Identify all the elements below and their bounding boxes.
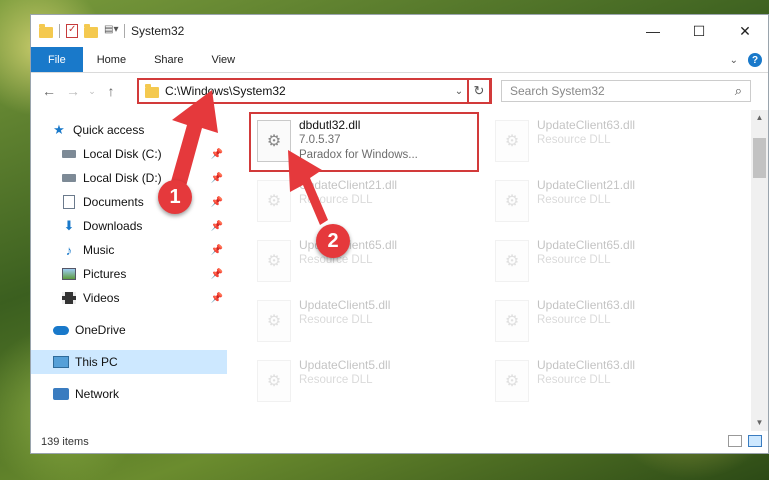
pin-icon[interactable]: 📌 <box>211 197 223 208</box>
address-bar[interactable]: C:\Windows\System32 ⌄ <box>137 78 492 104</box>
properties-icon[interactable] <box>66 24 78 38</box>
file-item[interactable]: ⚙ UpdateClient5.dll Resource DLL <box>251 354 477 410</box>
nav-music[interactable]: ♪ Music 📌 <box>31 238 227 262</box>
folder-icon <box>39 23 53 38</box>
documents-icon <box>61 195 77 209</box>
pin-icon[interactable]: 📌 <box>211 293 223 304</box>
file-item[interactable]: ⚙ UpdateClient21.dll Resource DLL <box>489 174 715 230</box>
help-icon[interactable]: ? <box>748 53 762 67</box>
onedrive-cloud-icon <box>53 323 69 337</box>
pin-icon[interactable]: 📌 <box>211 221 223 232</box>
search-icon: ⌕ <box>734 83 742 98</box>
drive-icon <box>61 147 77 161</box>
file-description: Paradox for Windows... <box>299 149 418 161</box>
file-item[interactable]: ⚙ UpdateClient21.dll Resource DLL <box>251 174 477 230</box>
maximize-button[interactable]: ☐ <box>676 15 722 47</box>
pin-icon[interactable]: 📌 <box>211 245 223 256</box>
title-bar: ▤▾ System32 — ☐ ✕ <box>31 15 768 47</box>
file-item[interactable]: ⚙ UpdateClient63.dll Resource DLL <box>489 294 715 350</box>
refresh-icon: ↻ <box>473 83 485 98</box>
nav-downloads[interactable]: ⬇ Downloads 📌 <box>31 214 227 238</box>
downloads-icon: ⬇ <box>63 218 75 233</box>
tiles-view-icon[interactable] <box>748 435 762 447</box>
scroll-up-icon[interactable]: ▲ <box>751 110 768 126</box>
dll-file-gear-icon: ⚙ <box>495 180 529 222</box>
file-explorer-window: ▤▾ System32 — ☐ ✕ File Home Share View ⌄… <box>30 14 769 454</box>
search-input[interactable]: Search System32 ⌕ <box>501 80 751 102</box>
navigation-pane: ★ Quick access Local Disk (C:) 📌 Local D… <box>31 110 227 431</box>
item-count: 139 items <box>41 436 89 448</box>
dll-file-gear-icon: ⚙ <box>257 180 291 222</box>
file-list: ⚙ dbdutl32.dll 7.0.5.37 Paradox for Wind… <box>227 110 768 431</box>
file-version: 7.0.5.37 <box>299 134 341 146</box>
tab-home[interactable]: Home <box>83 47 140 72</box>
ribbon-tabs: File Home Share View ⌄ ? <box>31 47 768 73</box>
nav-this-pc[interactable]: This PC <box>31 350 227 374</box>
window-controls: — ☐ ✕ <box>630 15 768 47</box>
file-name: dbdutl32.dll <box>299 118 361 132</box>
dll-file-gear-icon: ⚙ <box>257 360 291 402</box>
dll-file-gear-icon: ⚙ <box>257 120 291 162</box>
tab-view[interactable]: View <box>197 47 249 72</box>
folder-icon <box>145 83 159 98</box>
dll-file-gear-icon: ⚙ <box>495 240 529 282</box>
star-icon: ★ <box>53 122 65 137</box>
nav-local-disk-d[interactable]: Local Disk (D:) 📌 <box>31 166 227 190</box>
scroll-down-icon[interactable]: ▼ <box>751 415 768 431</box>
new-folder-icon[interactable] <box>84 23 98 38</box>
dll-file-gear-icon: ⚙ <box>495 300 529 342</box>
expand-ribbon-chevron-icon[interactable]: ⌄ <box>730 55 738 66</box>
address-path[interactable]: C:\Windows\System32 <box>165 84 450 98</box>
step-marker-2: 2 <box>316 224 350 258</box>
forward-arrow-icon[interactable]: → <box>61 83 85 99</box>
nav-pictures[interactable]: Pictures 📌 <box>31 262 227 286</box>
nav-local-disk-c[interactable]: Local Disk (C:) 📌 <box>31 142 227 166</box>
computer-icon <box>53 355 69 369</box>
music-icon: ♪ <box>65 242 73 258</box>
search-placeholder: Search System32 <box>510 84 605 98</box>
window-title: System32 <box>131 24 185 38</box>
tab-file[interactable]: File <box>31 47 83 72</box>
videos-icon <box>61 291 77 305</box>
tab-share[interactable]: Share <box>140 47 197 72</box>
details-view-icon[interactable] <box>728 435 742 447</box>
file-item[interactable]: ⚙ UpdateClient63.dll Resource DLL <box>489 114 715 170</box>
file-item-dbdutl32[interactable]: ⚙ dbdutl32.dll 7.0.5.37 Paradox for Wind… <box>249 112 479 172</box>
network-icon <box>53 387 69 401</box>
dll-file-gear-icon: ⚙ <box>495 120 529 162</box>
file-item[interactable]: ⚙ UpdateClient5.dll Resource DLL <box>251 294 477 350</box>
pin-icon[interactable]: 📌 <box>211 269 223 280</box>
close-button[interactable]: ✕ <box>722 15 768 47</box>
scrollbar-thumb[interactable] <box>753 138 766 178</box>
file-item[interactable]: ⚙ UpdateClient65.dllResource DLL <box>251 234 477 290</box>
pin-icon[interactable]: 📌 <box>211 173 223 184</box>
back-arrow-icon[interactable]: ← <box>37 83 61 99</box>
nav-quick-access[interactable]: ★ Quick access <box>31 118 227 142</box>
recent-locations-chevron-icon[interactable]: ⌄ <box>85 86 99 97</box>
nav-onedrive[interactable]: OneDrive <box>31 318 227 342</box>
file-item[interactable]: ⚙ UpdateClient65.dllResource DLL <box>489 234 715 290</box>
customize-qat-icon[interactable]: ▤▾ <box>104 24 118 38</box>
dll-file-gear-icon: ⚙ <box>257 240 291 282</box>
step-marker-1: 1 <box>158 180 192 214</box>
nav-documents[interactable]: Documents 📌 <box>31 190 227 214</box>
nav-network[interactable]: Network <box>31 382 227 406</box>
refresh-button[interactable]: ↻ <box>467 78 491 104</box>
navigation-bar: ← → ⌄ ↑ C:\Windows\System32 ⌄ ↻ Search S… <box>31 73 768 109</box>
status-bar: 139 items <box>31 431 768 453</box>
quick-access-toolbar: ▤▾ <box>31 23 125 38</box>
dll-file-gear-icon: ⚙ <box>257 300 291 342</box>
minimize-button[interactable]: — <box>630 15 676 47</box>
file-item[interactable]: ⚙ UpdateClient63.dll Resource DLL <box>489 354 715 410</box>
dll-file-gear-icon: ⚙ <box>495 360 529 402</box>
vertical-scrollbar[interactable]: ▲ ▼ <box>751 110 768 431</box>
nav-videos[interactable]: Videos 📌 <box>31 286 227 310</box>
drive-icon <box>61 171 77 185</box>
pictures-icon <box>61 267 77 281</box>
up-arrow-icon[interactable]: ↑ <box>99 83 123 99</box>
pin-icon[interactable]: 📌 <box>211 149 223 160</box>
explorer-body: ★ Quick access Local Disk (C:) 📌 Local D… <box>31 110 768 431</box>
address-dropdown-icon[interactable]: ⌄ <box>450 86 468 97</box>
